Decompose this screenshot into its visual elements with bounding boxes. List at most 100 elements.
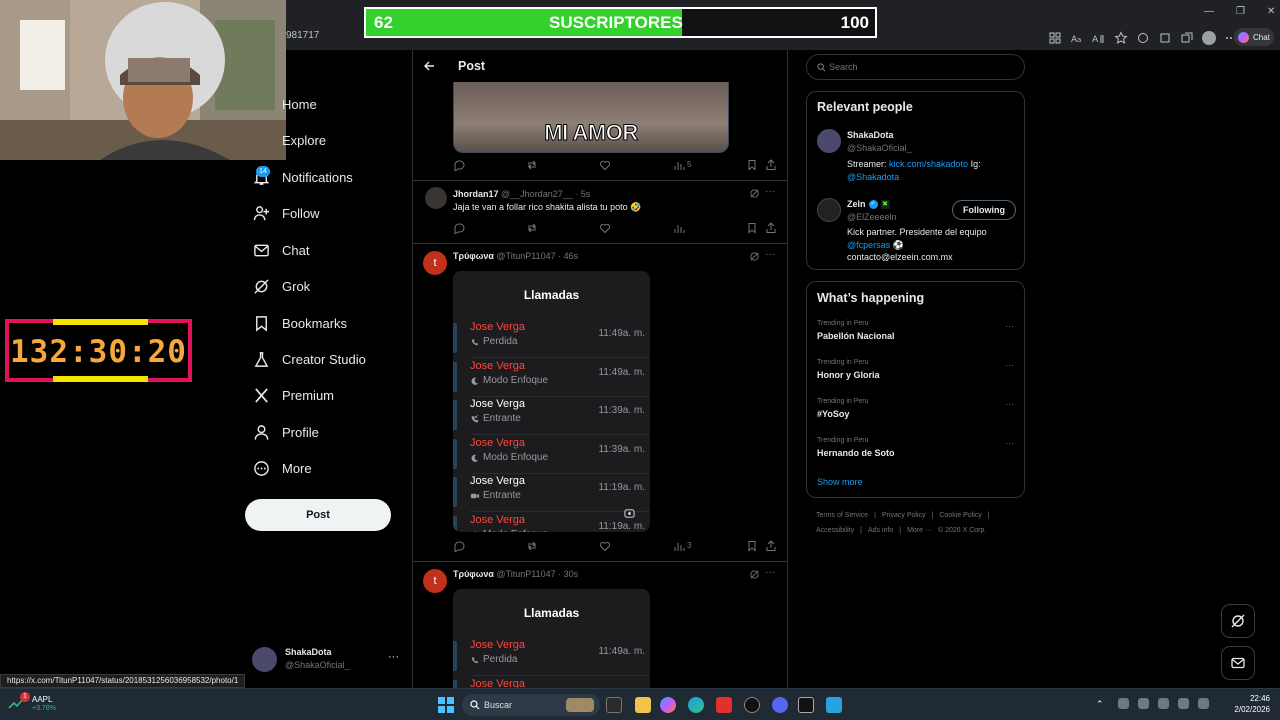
trend-more-icon[interactable]: ···	[1005, 438, 1014, 448]
nav-item-more[interactable]: More	[253, 450, 408, 486]
footer-link[interactable]: Terms of Service	[816, 512, 868, 519]
nav-item-follow[interactable]: Follow	[253, 195, 408, 231]
nav-item-explore[interactable]: Explore	[253, 122, 408, 158]
collections-icon[interactable]	[1180, 31, 1194, 45]
apps-icon[interactable]	[1048, 31, 1062, 45]
maximize-icon[interactable]: ❐	[1236, 6, 1245, 17]
star-icon[interactable]	[1114, 31, 1128, 45]
repost-icon[interactable]	[526, 222, 538, 234]
like-icon[interactable]	[599, 540, 611, 552]
account-more-icon[interactable]: ···	[388, 651, 399, 663]
footer-link[interactable]: © 2026 X Corp.	[938, 527, 986, 534]
person-avatar[interactable]	[817, 129, 841, 153]
tweet-media-image[interactable]: MI AMOR	[453, 82, 729, 153]
call-log-screenshot[interactable]: Llamadas Jose Verga Perdida 11:49a. m. Jose…	[453, 589, 650, 688]
grok-icon[interactable]	[749, 569, 760, 580]
views-icon[interactable]	[673, 222, 685, 234]
wps-office-icon[interactable]	[716, 697, 732, 713]
person-name[interactable]: ShakaDota	[847, 130, 894, 140]
nav-item-premium[interactable]: Premium	[253, 377, 408, 413]
close-icon[interactable]: ✕	[1267, 6, 1275, 17]
obs-icon[interactable]	[744, 697, 760, 713]
call-log-screenshot[interactable]: Llamadas Jose Verga Perdida 11:49a. m. Jose…	[453, 271, 650, 532]
tweet-time[interactable]: · 30s	[558, 569, 578, 579]
views-icon[interactable]	[673, 540, 685, 552]
tweet-more-icon[interactable]: ···	[765, 567, 775, 578]
repost-icon[interactable]	[526, 540, 538, 552]
discord-icon[interactable]	[772, 697, 788, 713]
tweet-author-handle[interactable]: @TitunP11047	[496, 251, 555, 261]
copilot-app-icon[interactable]	[660, 697, 676, 713]
tweet-time[interactable]: · 46s	[558, 251, 578, 261]
trend-more-icon[interactable]: ···	[1005, 360, 1014, 370]
back-arrow-icon[interactable]	[423, 60, 435, 72]
tweet-author-name[interactable]: Τρύφωνα	[453, 251, 494, 261]
reply-icon[interactable]	[453, 540, 465, 552]
person-name[interactable]: Zeln	[847, 199, 866, 209]
file-explorer-icon[interactable]	[635, 697, 651, 713]
reader-icon[interactable]: A	[1092, 31, 1106, 45]
footer-link[interactable]: Ads info	[868, 527, 893, 534]
bookmark-icon[interactable]	[746, 222, 758, 234]
nav-item-profile[interactable]: Profile	[253, 414, 408, 450]
profile-avatar-icon[interactable]	[1202, 31, 1216, 45]
tweet-author-name[interactable]: Jhordan17	[453, 189, 499, 199]
favorites-icon[interactable]	[1158, 31, 1172, 45]
footer-link[interactable]: More ···	[907, 527, 932, 534]
nav-item-creator-studio[interactable]: Creator Studio	[253, 341, 408, 377]
bookmark-icon[interactable]	[746, 159, 758, 171]
tweet-avatar[interactable]: t	[423, 251, 447, 275]
wifi-icon[interactable]	[1178, 698, 1189, 709]
person-handle[interactable]: @ElZeeeeln	[847, 212, 897, 222]
bookmark-icon[interactable]	[746, 540, 758, 552]
tweet-time[interactable]: · 5s	[575, 189, 590, 199]
person-avatar[interactable]	[817, 198, 841, 222]
stock-widget[interactable]: 1 AAPL +3.78%	[8, 692, 68, 716]
grok-fab-button[interactable]	[1221, 604, 1255, 638]
account-switcher[interactable]: ShakaDota @ShakaOficial_ ···	[252, 645, 406, 675]
grok-icon[interactable]	[749, 188, 760, 199]
alt-badge-icon[interactable]	[624, 508, 635, 519]
copilot-chat-button[interactable]: Chat	[1234, 28, 1274, 46]
views-icon[interactable]	[673, 159, 685, 171]
capcut-icon[interactable]	[798, 697, 814, 713]
nav-item-grok[interactable]: Grok	[253, 268, 408, 304]
nav-item-bookmarks[interactable]: Bookmarks	[253, 305, 408, 341]
messages-fab-button[interactable]	[1221, 646, 1255, 680]
reply-icon[interactable]	[453, 222, 465, 234]
tweet-author-handle[interactable]: @__Jhordan27__	[501, 189, 573, 199]
tweet-author-handle[interactable]: @TitunP11047	[496, 569, 555, 579]
reply-icon[interactable]	[453, 159, 465, 171]
tweet-avatar[interactable]	[425, 187, 447, 209]
search-input[interactable]: Search	[806, 54, 1025, 80]
footer-link[interactable]: Privacy Policy	[882, 512, 926, 519]
tweet-more-icon[interactable]: ···	[765, 186, 775, 197]
trend-more-icon[interactable]: ···	[1005, 399, 1014, 409]
volume-icon[interactable]	[1198, 698, 1209, 709]
post-button[interactable]: Post	[245, 499, 391, 531]
tray-app-icon[interactable]	[1138, 698, 1149, 709]
show-more-link[interactable]: Show more	[817, 477, 863, 487]
tweet-calls-2[interactable]: t Τρύφωνα @TitunP11047 · 30s ··· Llamada…	[413, 562, 787, 688]
taskbar-search[interactable]: Buscar	[462, 694, 600, 716]
tweet-avatar[interactable]: t	[423, 569, 447, 593]
onedrive-icon[interactable]	[1118, 698, 1129, 709]
edge-browser-icon[interactable]	[688, 697, 704, 713]
tweet-calls-1[interactable]: t Τρύφωνα @TitunP11047 · 46s ··· Llamada…	[413, 244, 787, 560]
repost-icon[interactable]	[526, 159, 538, 171]
tweet-more-icon[interactable]: ···	[765, 249, 775, 260]
like-icon[interactable]	[599, 222, 611, 234]
like-icon[interactable]	[599, 159, 611, 171]
bio-link[interactable]: @Shakadota	[847, 172, 899, 182]
bio-link[interactable]: kick.com/shakadoto	[889, 159, 968, 169]
tray-chevron-icon[interactable]: ⌃	[1096, 699, 1104, 710]
minimize-icon[interactable]: —	[1204, 6, 1214, 17]
tweet-author-name[interactable]: Τρύφωνα	[453, 569, 494, 579]
footer-link[interactable]: Accessibility	[816, 527, 854, 534]
person-handle[interactable]: @ShakaOficial_	[847, 143, 912, 153]
nav-item-home[interactable]: Home	[253, 86, 408, 122]
tray-app-icon[interactable]	[1158, 698, 1169, 709]
notepad-icon[interactable]	[826, 697, 842, 713]
share-icon[interactable]	[765, 159, 777, 171]
translate-icon[interactable]: Aa	[1070, 31, 1084, 45]
